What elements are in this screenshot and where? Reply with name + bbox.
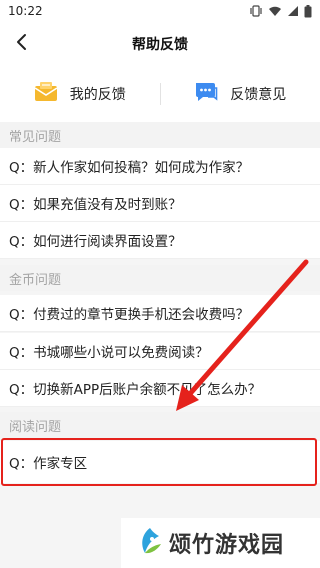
status-bar: 10:22 (0, 0, 320, 22)
watermark-logo (137, 526, 163, 560)
my-feedback-button[interactable]: 我的反馈 (0, 66, 160, 122)
faq-item[interactable]: Q：如何进行阅读界面设置？ (0, 222, 320, 259)
submit-feedback-button[interactable]: 反馈意见 (161, 66, 320, 122)
watermark-text: 颂竹游戏园 (169, 533, 285, 558)
section-header-reading: 阅读问题 (0, 412, 320, 438)
page-title: 帮助反馈 (132, 37, 188, 53)
shortcut-bar: 我的反馈 反馈意见 (0, 66, 320, 122)
section-header-coins: 金币问题 (0, 265, 320, 291)
battery-icon (304, 4, 312, 18)
annotation-highlight-box (1, 438, 317, 486)
faq-item[interactable]: Q：付费过的章节更换手机还会收费吗？ (0, 295, 320, 332)
signal-icon (287, 5, 299, 17)
status-icons (249, 4, 312, 18)
back-arrow-icon (15, 33, 29, 55)
vibrate-icon (249, 5, 263, 17)
faq-item[interactable]: Q：切换新APP后账户余额不见了怎么办？ (0, 370, 320, 407)
faq-item[interactable]: Q：如果充值没有及时到账？ (0, 185, 320, 222)
wifi-icon (268, 5, 282, 17)
envelope-icon (34, 81, 58, 107)
back-button[interactable] (6, 28, 38, 60)
faq-item[interactable]: Q：书城哪些小说可以免费阅读？ (0, 333, 320, 370)
nav-bar: 帮助反馈 (0, 22, 320, 66)
section-header-common: 常见问题 (0, 122, 320, 148)
chat-bubble-icon (194, 81, 218, 107)
faq-item[interactable]: Q：新人作家如何投稿？如何成为作家？ (0, 148, 320, 185)
my-feedback-label: 我的反馈 (69, 87, 126, 103)
watermark: 颂竹游戏园 (121, 518, 320, 568)
status-time: 10:22 (8, 4, 43, 18)
submit-feedback-label: 反馈意见 (230, 87, 287, 103)
